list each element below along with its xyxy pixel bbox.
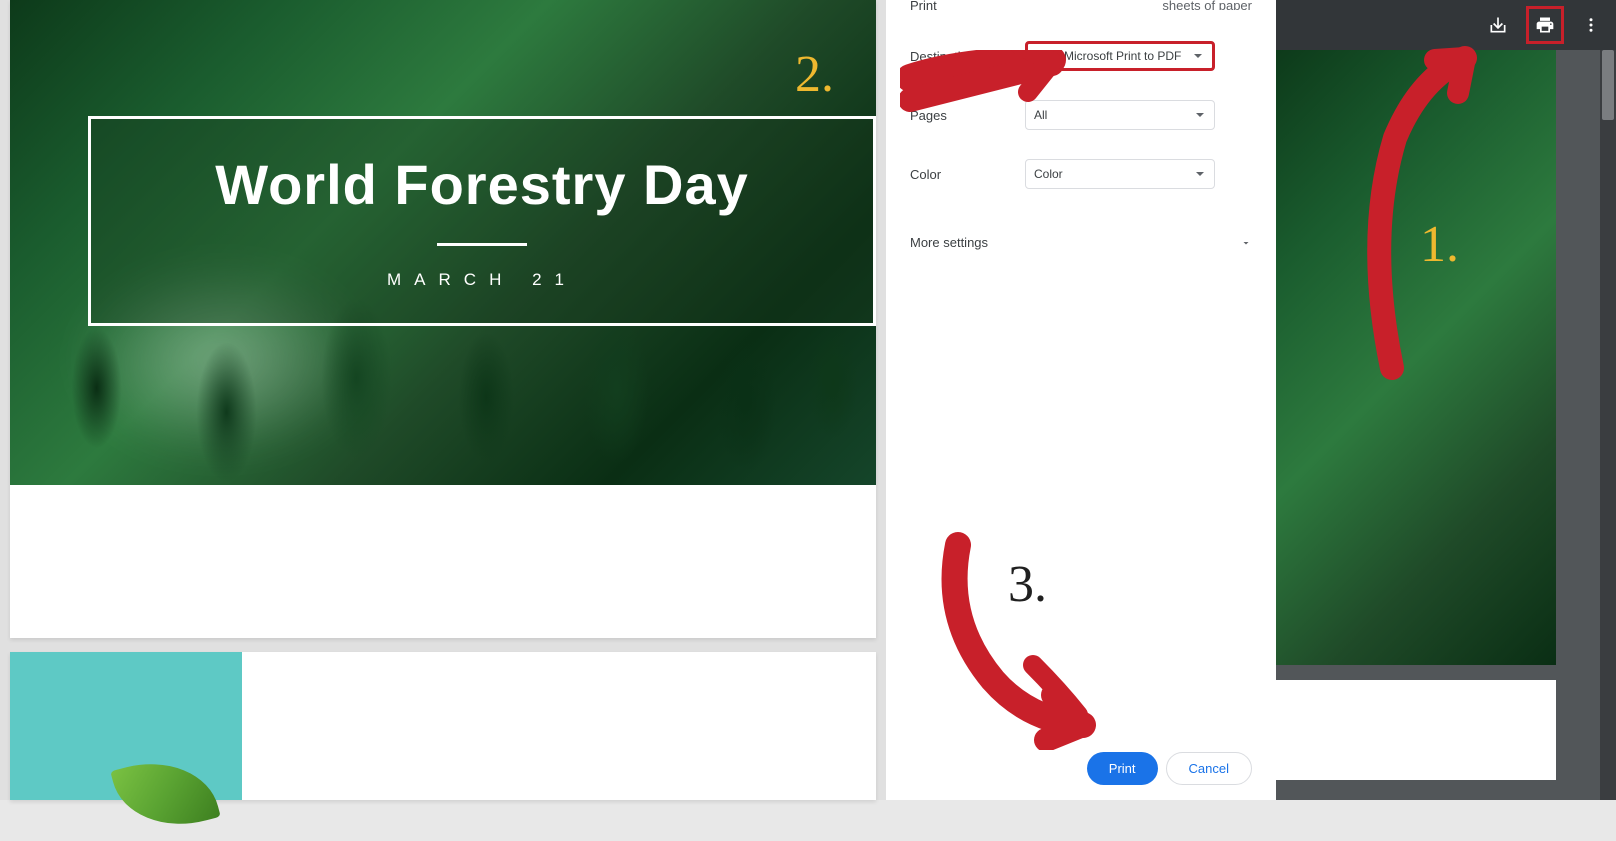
destination-label: Destination: [910, 49, 1025, 64]
pages-label: Pages: [910, 108, 1025, 123]
title-divider: [437, 243, 527, 246]
print-dialog-panel: Print sheets of paper Destination Micros…: [886, 0, 1276, 800]
scrollbar-thumb[interactable]: [1602, 50, 1614, 120]
more-settings-toggle[interactable]: More settings: [886, 223, 1276, 262]
print-header: Print sheets of paper: [886, 0, 1276, 10]
print-buttons-row: Print Cancel: [1087, 752, 1252, 785]
chevron-down-icon: [1240, 237, 1252, 249]
sheets-of-paper-text: sheets of paper: [1162, 0, 1252, 10]
download-icon[interactable]: [1488, 15, 1508, 35]
forest-background: World Forestry Day MARCH 21: [10, 0, 876, 485]
destination-value: Microsoft Print to PDF: [1064, 49, 1181, 63]
browser-preview-forest: [1276, 50, 1556, 665]
print-button[interactable]: Print: [1087, 752, 1158, 785]
more-menu-icon[interactable]: [1582, 16, 1600, 34]
browser-pdf-viewer: [1276, 0, 1616, 800]
print-preview-area: World Forestry Day MARCH 21: [0, 0, 886, 800]
title-frame: World Forestry Day MARCH 21: [88, 116, 876, 326]
color-label: Color: [910, 167, 1025, 182]
cancel-button[interactable]: Cancel: [1166, 752, 1252, 785]
chevron-down-icon: [1194, 54, 1202, 58]
browser-toolbar: [1276, 0, 1616, 50]
color-row: Color Color: [886, 151, 1276, 197]
document-main-title: World Forestry Day: [215, 152, 749, 217]
chevron-down-icon: [1196, 172, 1204, 176]
chevron-down-icon: [1196, 113, 1204, 117]
scrollbar-track[interactable]: [1600, 50, 1616, 800]
destination-row: Destination Microsoft Print to PDF: [886, 33, 1276, 79]
teal-sidebar-block: [10, 652, 242, 800]
destination-select[interactable]: Microsoft Print to PDF: [1025, 41, 1215, 71]
more-settings-label: More settings: [910, 235, 988, 250]
pages-select[interactable]: All: [1025, 100, 1215, 130]
preview-page-1: World Forestry Day MARCH 21: [10, 0, 876, 638]
document-subtitle: MARCH 21: [387, 270, 577, 290]
printer-icon: [1036, 48, 1054, 64]
print-icon[interactable]: [1526, 6, 1564, 44]
browser-preview-white: [1276, 680, 1556, 780]
leaf-graphic: [110, 747, 220, 841]
print-title: Print: [910, 0, 937, 10]
pages-value: All: [1034, 108, 1047, 122]
pages-row: Pages All: [886, 92, 1276, 138]
color-value: Color: [1034, 167, 1063, 181]
preview-page-2: [10, 652, 876, 800]
color-select[interactable]: Color: [1025, 159, 1215, 189]
